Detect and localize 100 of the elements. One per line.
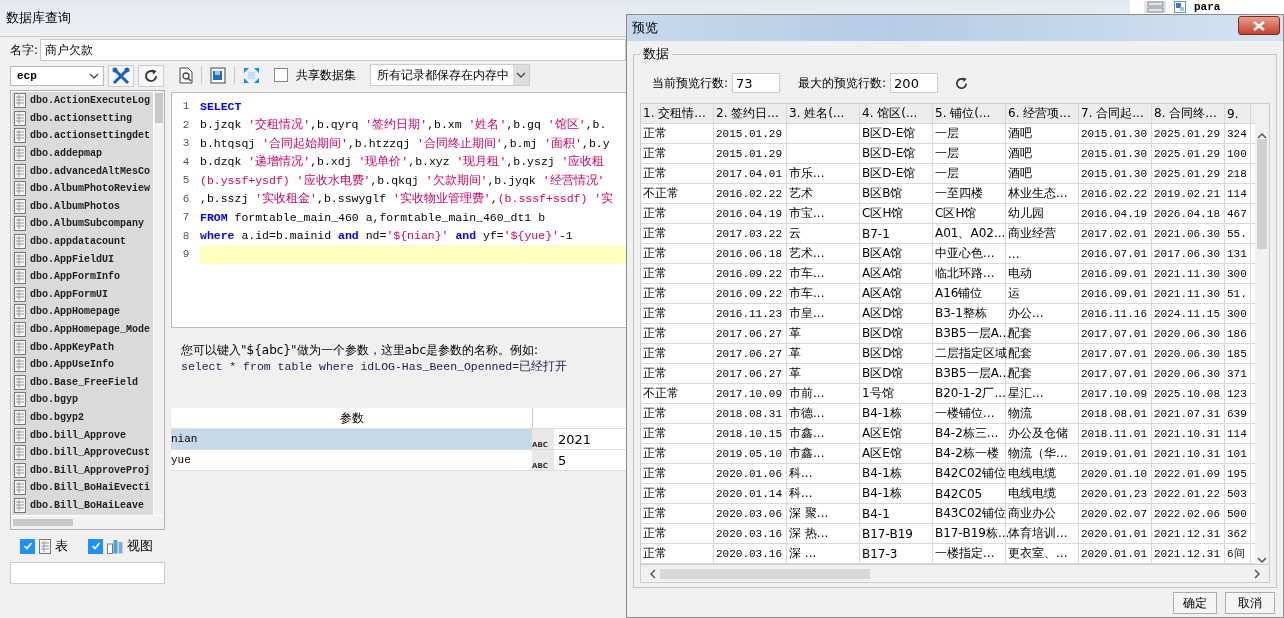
table-list-item[interactable]: dbo.Bill_BoHaiEvecti [12, 479, 153, 497]
datasource-dropdown[interactable]: ecp [10, 66, 104, 86]
scrollbar-thumb[interactable] [660, 568, 870, 579]
save-icon[interactable] [210, 66, 226, 84]
table-list-item[interactable]: dbo.AppFormUI [12, 285, 153, 304]
name-label: 名字: [10, 41, 39, 59]
example-text: select * from table where idLOG-Has_Been_Openned=已经打开 [181, 359, 568, 374]
table-cell: 2016.09.22 [714, 264, 787, 283]
filter-field[interactable] [10, 562, 165, 584]
scroll-left-icon[interactable] [649, 568, 656, 579]
table-list-item[interactable]: dbo.advancedAltMesCo [12, 162, 153, 180]
panel-icon[interactable] [1144, 1, 1166, 13]
table-list-item[interactable]: dbo.AlbumPhotos [12, 197, 153, 216]
column-header[interactable]: 2. 签约日... [714, 104, 787, 123]
scrollbar[interactable] [154, 91, 164, 515]
column-header[interactable]: 4. 馆区(... [860, 104, 933, 123]
table-cell: 正常 [641, 524, 714, 543]
table-cell: 2017.06.27 [714, 364, 787, 383]
table-cell: 电线电缆 [1006, 464, 1079, 483]
table-list-item[interactable]: dbo.appdatacount [12, 232, 153, 251]
checkbox[interactable] [88, 538, 103, 554]
preview-icon[interactable] [179, 66, 193, 84]
table-list-item[interactable]: dbo.AppUseInfo [12, 355, 153, 374]
close-button[interactable] [1238, 16, 1280, 35]
expand-icon[interactable] [243, 66, 260, 84]
table-list-item[interactable]: dbo.addepmap [12, 144, 153, 163]
table-cell: 市鑫... [787, 424, 860, 443]
column-header[interactable]: 1. 交租情... [641, 104, 714, 123]
table-cell: 临北环路... [933, 264, 1006, 283]
code-line: ,b.sszj '实收租金',b.sswyglf '实收物业管理费',(b.sssf+ssdf) '实 [200, 191, 615, 208]
column-header[interactable]: 8. 合同终... [1152, 104, 1225, 123]
table-list-item[interactable]: dbo.AppHomepage_Mode [12, 320, 153, 339]
table-cell: 2017.10.09 [1079, 384, 1152, 403]
table-cell: B4-1栋 [860, 404, 933, 423]
scroll-down-icon[interactable] [1257, 557, 1267, 564]
table-list-item[interactable]: dbo.Bill_ApproveProj [12, 461, 153, 480]
parameter-name[interactable]: nian [171, 429, 532, 449]
storage-dropdown[interactable]: 所有记录都保存在内存中 [370, 64, 530, 86]
scrollbar-thumb[interactable] [155, 93, 163, 123]
parameter-name[interactable]: yue [171, 450, 532, 470]
scrollbar[interactable] [1255, 104, 1269, 564]
table-list-item[interactable]: dbo.Bill_BoHaiLeave [12, 496, 153, 515]
share-checkbox[interactable] [274, 68, 288, 82]
table-list-item[interactable]: dbo.AlbumPhotoReview [12, 179, 153, 198]
scroll-up-icon[interactable] [1257, 132, 1267, 139]
name-field[interactable]: 商户欠款 [40, 39, 626, 61]
table-cell: 2017.03.22 [714, 224, 787, 243]
line-number: 6 [181, 192, 191, 205]
table-cell: 市乐... [787, 164, 860, 183]
table-icon [14, 146, 26, 162]
tools-icon [112, 67, 130, 85]
table-list-item[interactable]: dbo.bill_ApproveCust [12, 443, 153, 462]
dialog-button[interactable]: 确定 [1173, 592, 1217, 614]
table-list-item[interactable]: dbo.bill_Approve [12, 426, 153, 444]
table-cell: 2016.11.23 [714, 304, 787, 323]
scrollbar[interactable] [640, 564, 1270, 583]
table-list-item[interactable]: dbo.AlbumSubcompany [12, 215, 153, 233]
refresh-icon[interactable] [954, 75, 970, 91]
column-header[interactable]: 6. 经营项... [1006, 104, 1079, 123]
table-cell: 503 [1225, 484, 1251, 503]
column-header[interactable]: 5. 铺位(... [933, 104, 1006, 123]
table-list-item[interactable]: dbo.AppFieldUI [12, 250, 153, 268]
table-cell: B区D馆 [860, 324, 933, 343]
table-list-item[interactable]: dbo.AppKeyPath [12, 338, 153, 356]
filter-label: 视图 [127, 537, 153, 555]
checkbox[interactable] [20, 538, 35, 554]
parameter-value-field[interactable]: 2021 [554, 429, 626, 449]
scrollbar-thumb[interactable] [13, 519, 73, 526]
column-header[interactable]: 3. 姓名(... [787, 104, 860, 123]
refresh-button[interactable] [138, 65, 164, 87]
table-list-item[interactable]: dbo.ActionExecuteLog [12, 92, 153, 110]
dialog-button[interactable]: 取消 [1225, 592, 1275, 614]
column-header[interactable]: 9. [1225, 104, 1251, 123]
table-cell: 商业办公 [1006, 504, 1079, 523]
code-line: (b.yssf+ysdf) '应收水电费',b.qkqj '欠款期间',b.jyqk '经营情况' [200, 172, 606, 189]
parameter-value-field[interactable]: 5 [554, 450, 626, 470]
table-list-item[interactable]: dbo.actionsettingdet [12, 127, 153, 145]
table-list-item[interactable]: dbo.AppFormInfo [12, 267, 153, 286]
table-cell: 2022.01.22 [1152, 484, 1225, 503]
table-cell: B区A馆 [860, 244, 933, 263]
table-cell: 市德... [787, 404, 860, 423]
table-cell: 2019.02.21 [1152, 184, 1225, 203]
column-header[interactable]: 7. 合同起... [1079, 104, 1152, 123]
table-cell: 2021.11.30 [1152, 264, 1225, 283]
table-cell: 2016.09.22 [714, 284, 787, 303]
table-cell: 2017.06.30 [1152, 244, 1225, 263]
table-list-item[interactable]: dbo.actionsetting [12, 109, 153, 128]
scroll-right-icon[interactable] [1254, 568, 1261, 579]
current-rows-label: 当前预览行数: [652, 74, 729, 92]
table-list-item[interactable]: dbo.bgyp [12, 391, 153, 409]
table-list-item[interactable]: dbo.Base_FreeField [12, 373, 153, 392]
table-cell: 123 [1225, 384, 1251, 403]
scrollbar-thumb[interactable] [1257, 139, 1267, 249]
table-list-item[interactable]: dbo.AppHomepage [12, 303, 153, 321]
scrollbar[interactable] [11, 516, 164, 529]
current-rows-field[interactable]: 73 [732, 73, 781, 93]
max-rows-field[interactable]: 200 [890, 73, 939, 93]
table-list-item[interactable]: dbo.bgyp2 [12, 408, 153, 427]
sql-editor[interactable] [171, 92, 626, 328]
tools-button[interactable] [108, 65, 134, 87]
